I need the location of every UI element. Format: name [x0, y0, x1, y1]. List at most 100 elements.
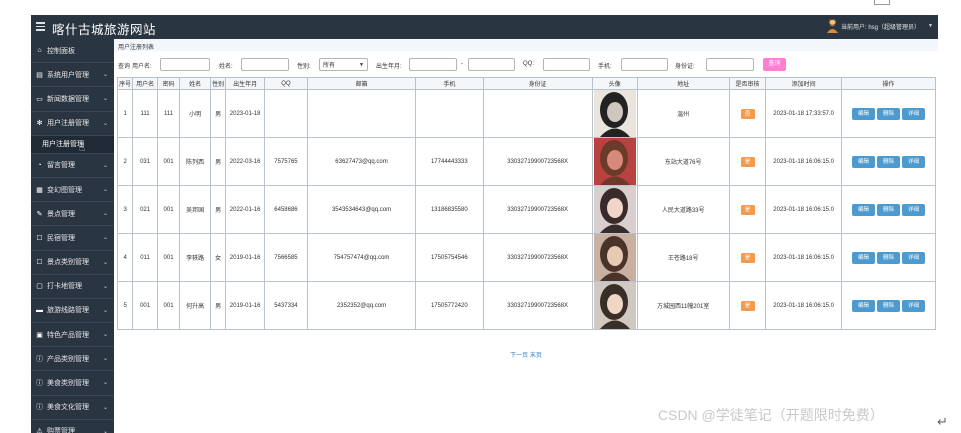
sidebar-item-label: 景点类别管理: [47, 259, 89, 267]
table-cell: 2019-01-16: [225, 281, 266, 330]
table-cell: 5437334: [264, 281, 308, 330]
audit-cell: 否: [728, 89, 767, 138]
table-cell: [306, 89, 417, 138]
menu-icon[interactable]: [36, 20, 45, 32]
actions-cell: 编辑 删除 详细: [840, 137, 937, 186]
column-header: 性别: [209, 77, 227, 90]
edit-button[interactable]: 编辑: [851, 251, 875, 264]
edit-button[interactable]: 编辑: [851, 107, 875, 120]
sidebar-item[interactable]: ▬ 旅游线路管理 ⌄: [31, 299, 114, 324]
table-cell: 6458686: [264, 185, 308, 234]
column-header: QQ: [264, 77, 308, 90]
sidebar-item[interactable]: ☐ 景点类别管理 ⌄: [31, 251, 114, 275]
birth-end-input[interactable]: [468, 58, 515, 71]
edit-button[interactable]: 编辑: [851, 203, 875, 216]
delete-button[interactable]: 删除: [876, 299, 900, 312]
sidebar-item-label: 购票管理: [47, 428, 75, 433]
phone-input[interactable]: [621, 58, 668, 71]
sidebar-item[interactable]: ⚠ 购票管理 ⌄: [31, 420, 114, 433]
sidebar-item[interactable]: ☐ 民宿管理 ⌄: [31, 226, 114, 251]
sidebar-item-label: 民宿管理: [47, 234, 75, 242]
current-user[interactable]: 当前用户: hsg（超级管理员）: [841, 22, 920, 31]
sidebar-item[interactable]: ⓘ 美食类别管理 ⌄: [31, 371, 114, 396]
avatar: [593, 90, 636, 137]
sidebar-item[interactable]: ⌂ 控制面板: [31, 39, 114, 64]
sidebar-item[interactable]: ◔ 留言管理 ⌄: [31, 154, 114, 178]
detail-button[interactable]: 详细: [901, 107, 925, 120]
sidebar-item[interactable]: ▤ 系统用户管理 ⌄: [31, 63, 114, 88]
chevron-down-icon: ⌄: [102, 120, 108, 127]
detail-button[interactable]: 详细: [901, 155, 925, 168]
edit-button[interactable]: 编辑: [851, 155, 875, 168]
sidebar-item[interactable]: ⓘ 美食文化管理 ⌄: [31, 396, 114, 420]
table-cell: 何升高: [179, 281, 211, 330]
table-cell: [415, 89, 484, 138]
date-dash: -: [461, 61, 463, 67]
birth-label: 出生年月:: [376, 64, 402, 70]
delete-button[interactable]: 删除: [876, 251, 900, 264]
table-cell: 17744443333: [415, 137, 484, 186]
table-cell: 754757474@qq.com: [306, 233, 417, 282]
detail-button[interactable]: 详细: [901, 299, 925, 312]
idcard-label: 身份证:: [675, 64, 695, 70]
table-cell: 男: [209, 137, 227, 186]
edit-button[interactable]: 编辑: [851, 299, 875, 312]
query-button[interactable]: 查询: [763, 58, 786, 71]
sidebar-subitem[interactable]: 用户注册管理 ☝: [31, 135, 114, 154]
chevron-down-icon: ⌄: [102, 283, 108, 290]
name-input[interactable]: [241, 58, 289, 71]
audit-badge[interactable]: 是: [740, 300, 755, 311]
table-cell: 男: [209, 185, 227, 234]
table-cell: 5: [116, 281, 134, 330]
table-cell: 温州: [636, 89, 730, 138]
sidebar-item[interactable]: ▣ 特色产品管理 ⌄: [31, 323, 114, 348]
avatar-cell: [591, 281, 638, 330]
audit-badge[interactable]: 是: [740, 204, 755, 215]
chevron-down-icon[interactable]: ▼: [928, 23, 933, 29]
actions-cell: 编辑 删除 详细: [840, 233, 937, 282]
pagination[interactable]: 下一页 末页: [114, 350, 938, 359]
detail-button[interactable]: 详细: [901, 251, 925, 264]
avatar: [593, 282, 636, 329]
birth-start-input[interactable]: [409, 58, 457, 71]
column-header: 手机: [415, 77, 484, 90]
audit-badge[interactable]: 是: [740, 252, 755, 263]
sidebar-item[interactable]: ▦ 变幻图管理 ⌄: [31, 178, 114, 203]
table-header-row: 序号 用户名 密码 姓名 性别 出生年月 QQ 邮箱 手机 身份证 头像 地址 是否审核 添加时间 操作: [116, 77, 937, 90]
chevron-down-icon: ⌄: [102, 235, 108, 242]
table-cell: 李轶路: [179, 233, 211, 282]
chevron-down-icon: ⌄: [102, 96, 108, 103]
gender-select[interactable]: 所有 ▼: [319, 58, 368, 71]
sidebar-item[interactable]: ⓘ 产品类别管理 ⌄: [31, 347, 114, 372]
audit-badge[interactable]: 是: [740, 156, 755, 167]
sidebar-item-label: 系统用户管理: [47, 71, 89, 79]
main-content: 用户注册列表 查询 用户名: 姓名: 性别: 所有 ▼ 出生年月: - QQ: 手…: [114, 39, 938, 433]
idcard-input[interactable]: [706, 58, 754, 71]
info-icon: ⓘ: [36, 355, 43, 363]
table-cell: 人民大道路33号: [636, 185, 730, 234]
sidebar: ⌂ 控制面板 ▤ 系统用户管理 ⌄ ▭ 新闻数据管理 ⌄ ✻ 用户注册管理 ⌄ 用户注册管理 ☝ ◔ 留言管…: [31, 39, 114, 433]
table-cell: [482, 89, 593, 138]
detail-button[interactable]: 详细: [901, 203, 925, 216]
gear-icon: ✻: [36, 120, 43, 128]
table-cell: 33032719900723568X: [482, 185, 593, 234]
delete-button[interactable]: 删除: [876, 107, 900, 120]
chevron-down-icon: ⌄: [102, 259, 108, 266]
sidebar-item[interactable]: ▢ 打卡地管理 ⌄: [31, 275, 114, 299]
qq-input[interactable]: [543, 58, 590, 71]
table-row: 3 021 001 吴邦国男 2022-01-16 6458686 3543534643@q…: [116, 185, 937, 234]
avatar-cell: [591, 185, 638, 234]
delete-button[interactable]: 删除: [876, 203, 900, 216]
sidebar-item[interactable]: ✎ 景点管理 ⌄: [31, 202, 114, 227]
username-input[interactable]: [160, 58, 210, 71]
table-cell: 2022-01-16: [225, 185, 266, 234]
audit-badge[interactable]: 否: [740, 108, 755, 119]
sidebar-item[interactable]: ▭ 新闻数据管理 ⌄: [31, 87, 114, 112]
table-row: 2 031 001 陈列西男 2022-03-16 7575765 63627473@qq.…: [116, 137, 937, 186]
column-header: 是否审核: [728, 77, 767, 90]
chevron-down-icon: ▼: [359, 61, 364, 68]
sidebar-item[interactable]: ✻ 用户注册管理 ⌄: [31, 112, 114, 136]
table-cell: 女: [209, 233, 227, 282]
avatar: [593, 138, 636, 185]
delete-button[interactable]: 删除: [876, 155, 900, 168]
